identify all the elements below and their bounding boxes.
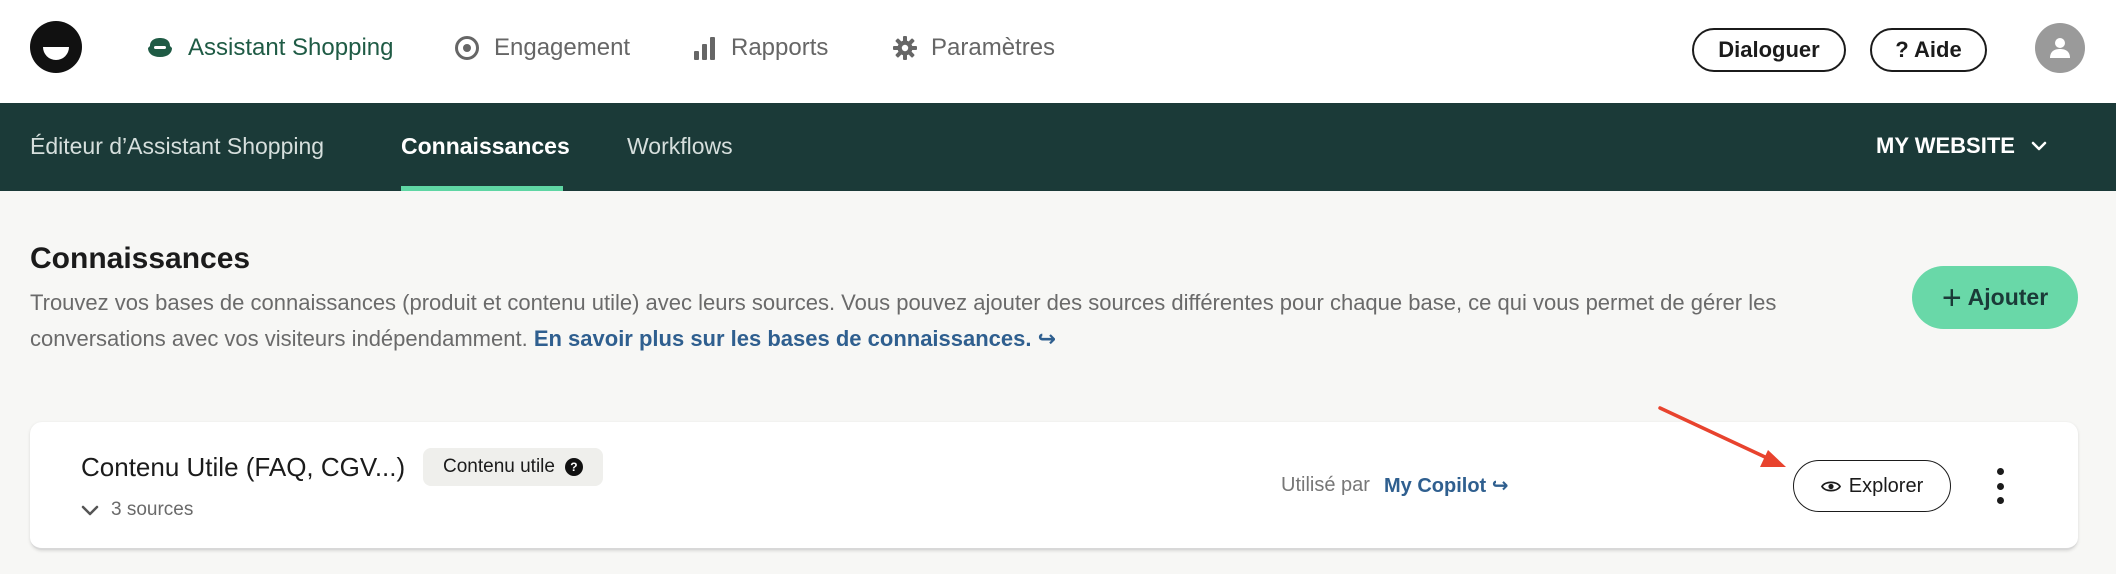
plus-icon: + — [1941, 278, 1962, 317]
knowledge-base-card: Contenu Utile (FAQ, CGV...) Contenu util… — [30, 422, 2078, 550]
active-tab-indicator — [401, 186, 563, 191]
explore-button[interactable]: Explorer — [1793, 460, 1951, 512]
page-title: Connaissances — [30, 242, 251, 275]
tab-shopping-assistant-editor[interactable]: Éditeur d’Assistant Shopping — [30, 133, 324, 160]
nav-item-engagement[interactable]: Engagement — [454, 30, 630, 66]
chevron-down-icon — [2031, 141, 2047, 151]
used-by-link[interactable]: My Copilot ↪ — [1384, 473, 1509, 498]
tab-workflows[interactable]: Workflows — [627, 133, 733, 160]
content-type-badge: Contenu utile ? — [423, 448, 603, 486]
nav-item-parametres[interactable]: Paramètres — [893, 30, 1055, 66]
eye-icon — [1820, 480, 1841, 492]
avatar[interactable] — [2035, 23, 2085, 73]
website-label: MY WEBSITE — [1876, 133, 2015, 158]
more-options-icon[interactable] — [1992, 468, 2008, 504]
tab-knowledge[interactable]: Connaissances — [401, 133, 570, 160]
sources-toggle[interactable]: 3 sources — [81, 499, 193, 521]
explore-button-label: Explorer — [1848, 474, 1924, 497]
help-button[interactable]: ? Aide — [1870, 28, 1987, 72]
add-button[interactable]: + Ajouter — [1912, 266, 2078, 329]
page-description: Trouvez vos bases de connaissances (prod… — [30, 285, 1900, 357]
gear-icon — [893, 36, 917, 60]
help-icon[interactable]: ? — [564, 458, 583, 476]
chevron-down-icon — [81, 505, 99, 515]
learn-more-link[interactable]: En savoir plus sur les bases de connaiss… — [534, 326, 1056, 351]
used-by-label: Utilisé par — [1281, 474, 1370, 496]
nav-item-assistant-shopping[interactable]: Assistant Shopping — [146, 30, 393, 66]
dialog-button[interactable]: Dialoguer — [1692, 28, 1846, 72]
sources-count: 3 sources — [111, 499, 194, 520]
nav-label: Assistant Shopping — [188, 34, 394, 61]
knowledge-base-title: Contenu Utile (FAQ, CGV...) — [81, 452, 406, 482]
chat-bubble-icon — [148, 38, 172, 57]
target-icon — [455, 36, 479, 60]
app-logo[interactable] — [30, 21, 82, 73]
website-selector[interactable]: MY WEBSITE — [1876, 133, 2047, 159]
nav-label: Paramètres — [931, 34, 1056, 61]
user-icon — [2050, 38, 2070, 58]
secondary-navigation-bar: Éditeur d’Assistant Shopping Connaissanc… — [0, 103, 2116, 191]
bar-chart-icon — [694, 37, 715, 60]
nav-label: Rapports — [731, 34, 829, 61]
top-navigation-bar: Assistant Shopping Engagement Rapports P… — [0, 0, 2116, 103]
add-button-label: Ajouter — [1967, 284, 2049, 310]
badge-label: Contenu utile — [443, 456, 555, 477]
nav-item-rapports[interactable]: Rapports — [693, 30, 828, 66]
nav-label: Engagement — [494, 34, 631, 61]
